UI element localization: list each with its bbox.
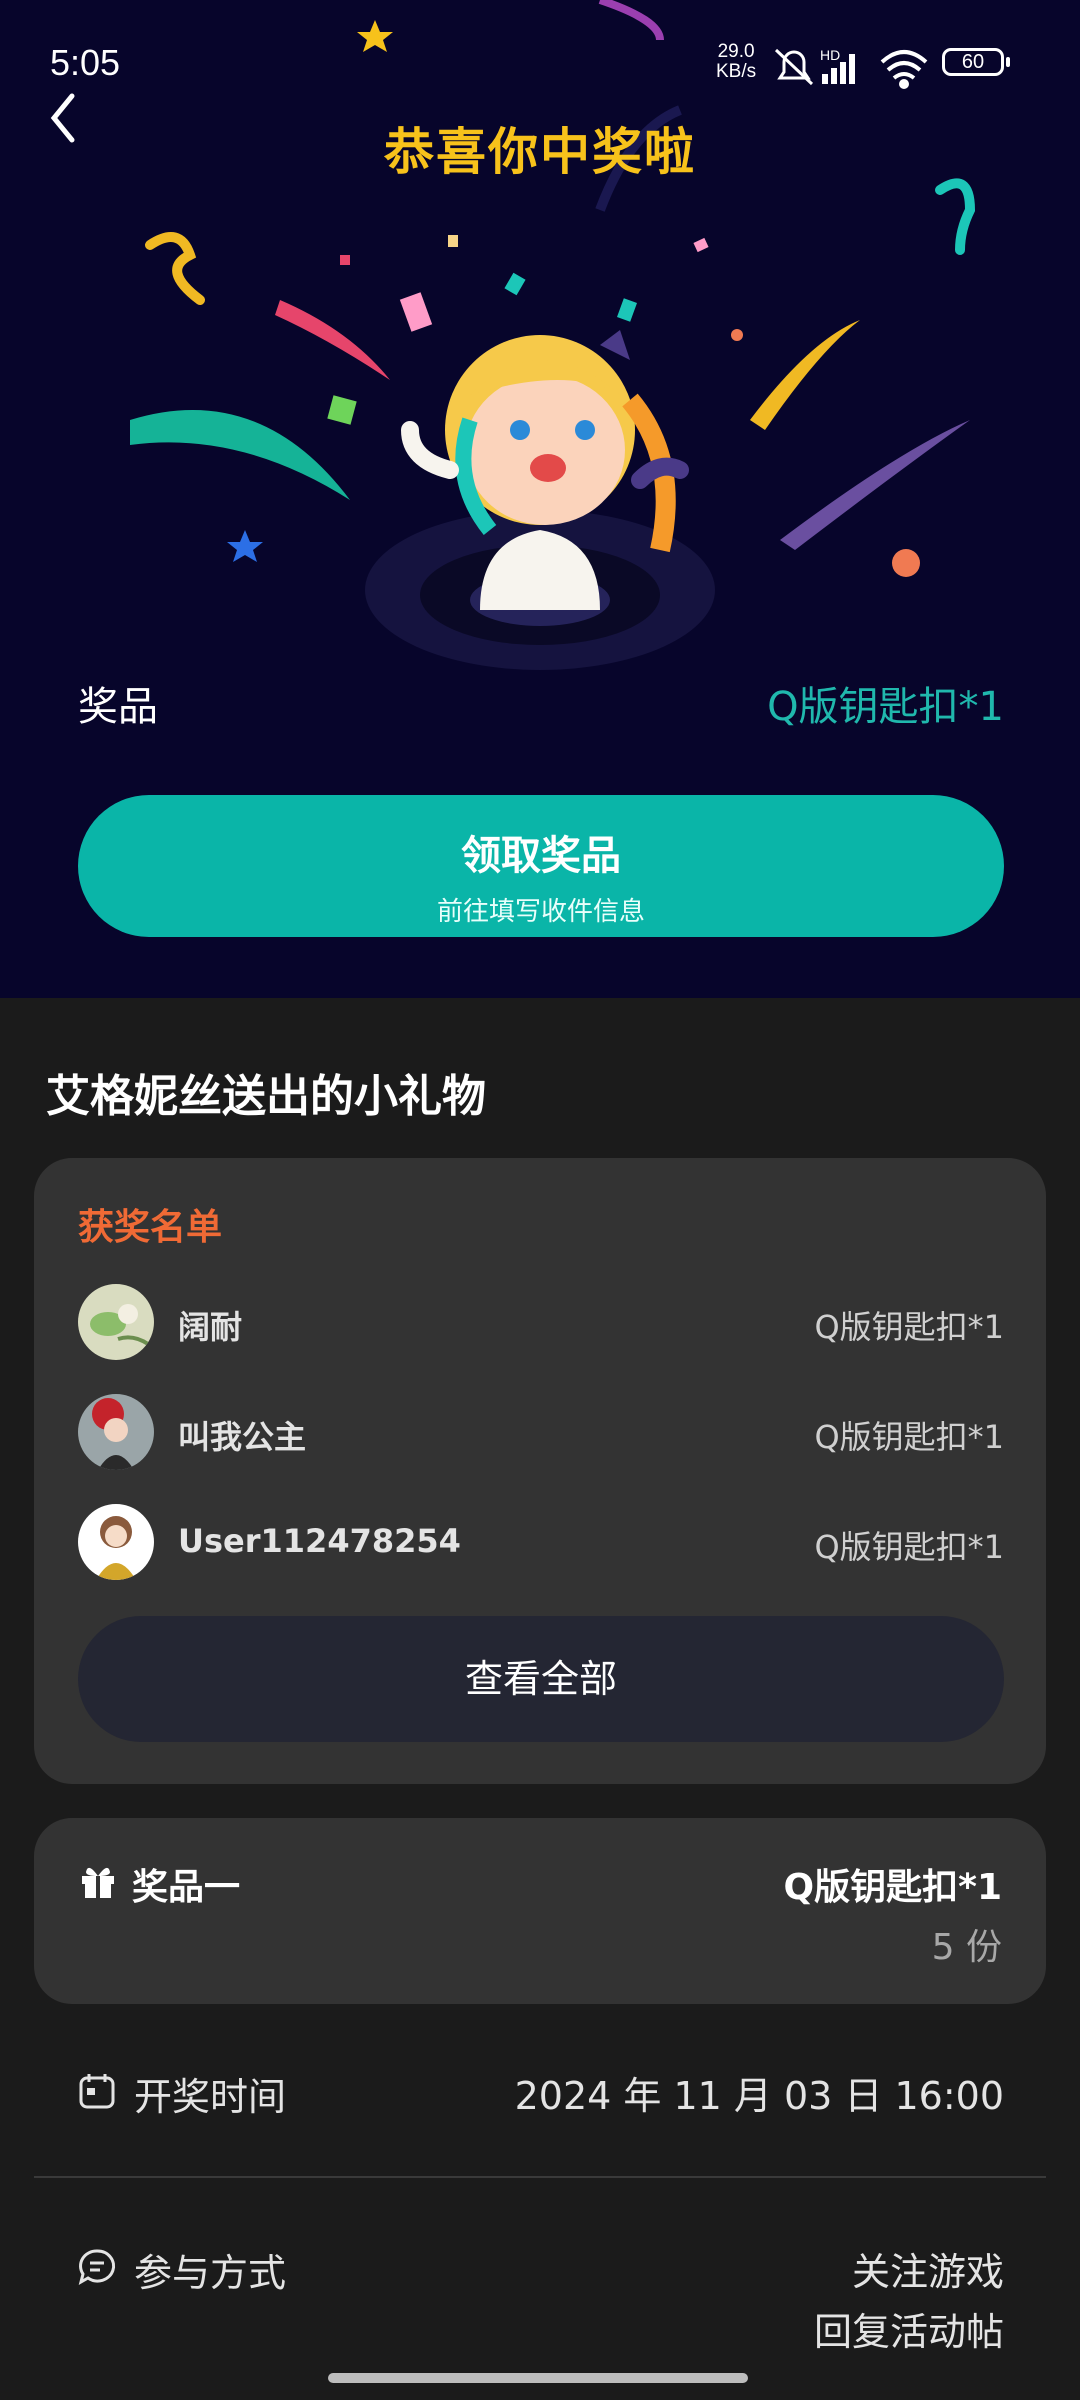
- network-speed: 29.0 KB/s: [716, 41, 757, 82]
- winner-name: 叫我公主: [178, 1418, 307, 1456]
- winners-heading: 获奖名单: [78, 1207, 223, 1248]
- avatar[interactable]: [78, 1284, 154, 1360]
- prize-row: 奖品 Q版钥匙扣*1: [78, 668, 1004, 738]
- section-title: 艾格妮丝送出的小礼物: [46, 1071, 486, 1122]
- avatar[interactable]: [78, 1394, 154, 1470]
- status-time: 5:05: [50, 42, 121, 83]
- prize-label: 奖品: [78, 684, 158, 730]
- winner-row[interactable]: User112478254 Q版钥匙扣*1: [78, 1504, 1004, 1580]
- draw-time-value: 2024 年 11 月 03 日 16:00: [514, 2074, 1004, 2118]
- participation-step-reply: 回复活动帖: [813, 2310, 1004, 2354]
- prize-one-card: 奖品一 Q版钥匙扣*1 5 份: [34, 1818, 1046, 2004]
- home-indicator[interactable]: [328, 2373, 748, 2383]
- claim-prize-button[interactable]: 领取奖品 前往填写收件信息: [78, 795, 1004, 937]
- draw-time-row: 开奖时间 2024 年 11 月 03 日 16:00: [78, 2060, 1004, 2120]
- status-bar: 5:05 29.0 KB/s HD 60: [0, 38, 1080, 94]
- participation-step-follow: 关注游戏: [851, 2250, 1004, 2294]
- winner-row[interactable]: 阔耐 Q版钥匙扣*1: [78, 1284, 1004, 1360]
- prize-one-label: 奖品一: [132, 1867, 241, 1908]
- winner-row[interactable]: 叫我公主 Q版钥匙扣*1: [78, 1394, 1004, 1470]
- prize-one-count: 5 份: [931, 1927, 1002, 1968]
- calendar-icon: [79, 2074, 115, 2109]
- draw-time-label: 开奖时间: [134, 2075, 287, 2119]
- celebration-illustration: [130, 0, 976, 670]
- page-title: 恭喜你中奖啦: [384, 123, 696, 181]
- prize-one-value: Q版钥匙扣*1: [783, 1867, 1002, 1908]
- claim-button-sublabel: 前往填写收件信息: [436, 897, 645, 927]
- gift-icon: [82, 1867, 114, 1898]
- winner-name: 阔耐: [178, 1308, 243, 1346]
- winners-card: 获奖名单 阔耐 Q版钥匙扣*1 叫我公主 Q版钥匙扣*1 User1124782…: [34, 1158, 1046, 1784]
- winner-name: User112478254: [178, 1522, 461, 1560]
- winner-prize: Q版钥匙扣*1: [814, 1418, 1004, 1456]
- winner-prize: Q版钥匙扣*1: [814, 1528, 1004, 1566]
- mute-bell-icon: [774, 48, 814, 86]
- winner-prize: Q版钥匙扣*1: [814, 1308, 1004, 1346]
- participation-label: 参与方式: [134, 2251, 287, 2295]
- prize-value: Q版钥匙扣*1: [767, 684, 1004, 730]
- participation-value: 关注游戏 回复活动帖: [814, 2242, 1004, 2362]
- chat-bubble-icon: [78, 2249, 116, 2286]
- view-all-button[interactable]: 查看全部: [78, 1616, 1004, 1742]
- claim-button-label: 领取奖品: [461, 833, 621, 879]
- participation-row: 参与方式 关注游戏 回复活动帖: [78, 2236, 1004, 2366]
- hd-label: HD: [820, 47, 840, 63]
- divider: [34, 2176, 1046, 2178]
- wifi-icon: [880, 50, 928, 89]
- avatar[interactable]: [78, 1504, 154, 1580]
- hero-section: 5:05 29.0 KB/s HD 60 恭喜你中奖啦 奖品 Q版钥匙扣*1 领…: [0, 0, 1080, 998]
- battery-icon: 60: [942, 48, 1010, 76]
